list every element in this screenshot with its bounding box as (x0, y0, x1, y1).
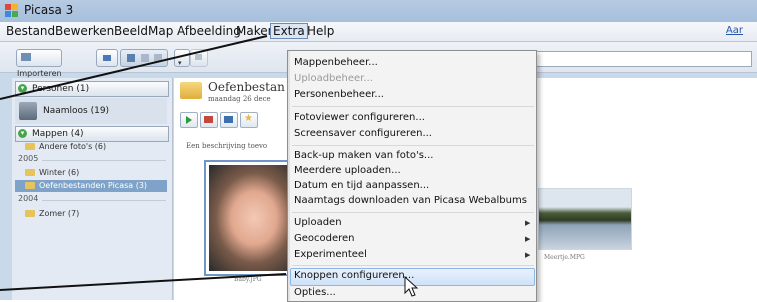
submenu-arrow-icon: ▶ (525, 219, 531, 227)
menu-separator (292, 106, 534, 107)
menu-item-geocoderen[interactable]: Geocoderen (294, 233, 355, 244)
menu-item-mappenbeheer[interactable]: Mappenbeheer... (294, 57, 378, 68)
menu-item-uploadbeheer: Uploadbeheer... (294, 73, 373, 84)
menu-gutter (288, 51, 290, 301)
menu-separator (292, 212, 534, 213)
menu-separator (292, 265, 534, 266)
menu-item-uploaden[interactable]: Uploaden (294, 217, 342, 228)
mouse-cursor-icon (404, 276, 419, 297)
menu-item-opties[interactable]: Opties... (294, 287, 336, 298)
menu-item-experimenteel[interactable]: Experimenteel (294, 249, 367, 260)
menu-item-fotoviewer[interactable]: Fotoviewer configureren... (294, 112, 425, 123)
submenu-arrow-icon: ▶ (525, 235, 531, 243)
menu-item-meerdere-uploaden[interactable]: Meerdere uploaden... (294, 165, 401, 176)
extra-dropdown-menu: Mappenbeheer... Uploadbeheer... Personen… (287, 50, 537, 302)
picasa-window: Picasa 3 Bestand Bewerken Beeld Map Afbe… (0, 0, 757, 302)
menu-separator (292, 145, 534, 146)
menu-item-knoppen-configureren[interactable]: Knoppen configureren... (294, 270, 414, 281)
submenu-arrow-icon: ▶ (525, 251, 531, 259)
menu-item-screensaver[interactable]: Screensaver configureren... (294, 128, 432, 139)
menu-item-personenbeheer[interactable]: Personenbeheer... (294, 89, 384, 100)
menu-item-datum-tijd[interactable]: Datum en tijd aanpassen... (294, 180, 429, 191)
menu-item-naamtags[interactable]: Naamtags downloaden van Picasa Webalbums (294, 195, 527, 206)
menu-item-backup[interactable]: Back-up maken van foto's... (294, 150, 433, 161)
